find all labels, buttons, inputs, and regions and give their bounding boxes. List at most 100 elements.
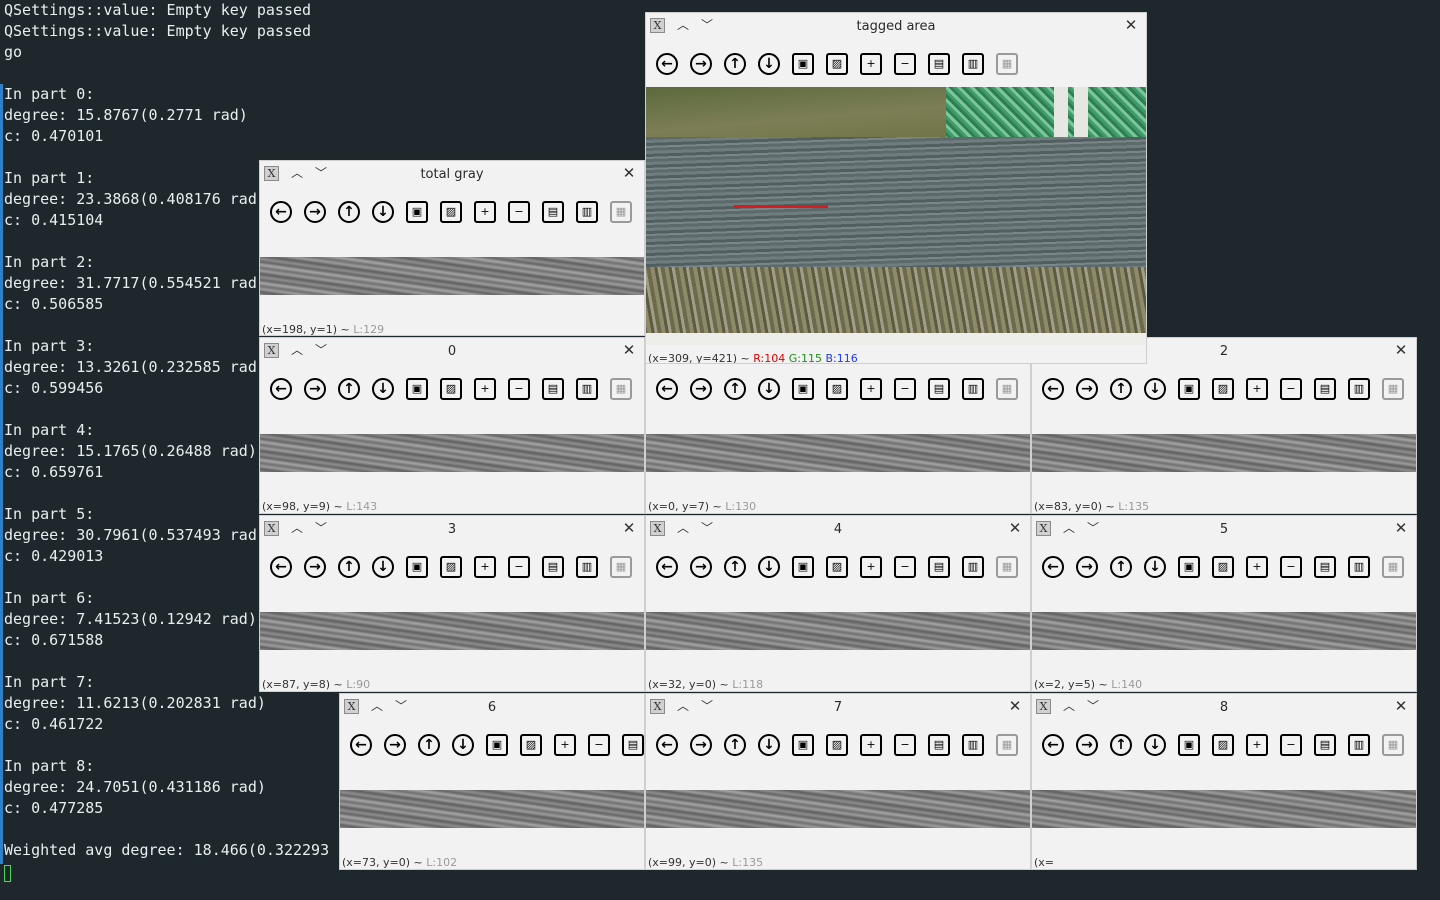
zoom-in-button[interactable]: + <box>1246 556 1268 578</box>
arrow-up-button[interactable]: ↑ <box>724 734 746 756</box>
save-button[interactable]: ▤ <box>542 378 564 400</box>
image-edit-button[interactable]: ▨ <box>826 556 848 578</box>
close-icon[interactable]: ✕ <box>620 340 638 360</box>
river-photo[interactable] <box>646 87 1146 345</box>
save-button[interactable]: ▤ <box>542 201 564 223</box>
zoom-out-button[interactable]: − <box>894 53 916 75</box>
arrow-up-button[interactable]: ↑ <box>724 378 746 400</box>
window-titlebar[interactable]: X ︿ ﹀ tagged area ✕ <box>646 13 1146 39</box>
save-button[interactable]: ▤ <box>622 734 644 756</box>
image-view[interactable] <box>646 612 1030 650</box>
close-icon[interactable]: ✕ <box>620 518 638 538</box>
arrow-down-button[interactable]: ↓ <box>758 53 780 75</box>
arrow-up-button[interactable]: ↑ <box>338 201 360 223</box>
arrow-up-button[interactable]: ↑ <box>338 556 360 578</box>
save-button[interactable]: ▤ <box>928 734 950 756</box>
clipboard-button[interactable]: ▥ <box>1348 378 1370 400</box>
arrow-right-button[interactable]: → <box>1076 734 1098 756</box>
image-edit-button[interactable]: ▨ <box>1212 556 1234 578</box>
image-window-0[interactable]: X ︿ ﹀ 0 ✕ ← → ↑ ↓ ▣ ▨ + − ▤ ▥ ▦ (x=98, y=9) ~ L:14… <box>259 337 645 514</box>
image-button[interactable]: ▣ <box>406 556 428 578</box>
arrow-right-button[interactable]: → <box>304 556 326 578</box>
image-button[interactable]: ▣ <box>1178 556 1200 578</box>
window-titlebar[interactable]: X ︿ ﹀ total gray ✕ <box>260 161 644 187</box>
image-window-7[interactable]: X ︿ ﹀ 7 ✕ ← → ↑ ↓ ▣ ▨ + − ▤ ▥ ▦ (x=99, y=0) ~ L:13… <box>645 693 1031 870</box>
arrow-up-button[interactable]: ↑ <box>1110 556 1132 578</box>
zoom-out-button[interactable]: − <box>508 556 530 578</box>
close-icon[interactable]: ✕ <box>1006 696 1024 716</box>
arrow-left-button[interactable]: ← <box>656 556 678 578</box>
arrow-right-button[interactable]: → <box>384 734 406 756</box>
window-titlebar[interactable]: X ︿ ﹀ 7 ✕ <box>646 694 1030 720</box>
properties-button[interactable]: ▦ <box>1382 734 1404 756</box>
image-button[interactable]: ▣ <box>1178 378 1200 400</box>
arrow-down-button[interactable]: ↓ <box>372 378 394 400</box>
zoom-in-button[interactable]: + <box>860 734 882 756</box>
zoom-in-button[interactable]: + <box>474 556 496 578</box>
arrow-right-button[interactable]: → <box>304 378 326 400</box>
close-icon[interactable]: ✕ <box>1392 696 1410 716</box>
window-titlebar[interactable]: X ︿ ﹀ 5 ✕ <box>1032 516 1416 542</box>
arrow-down-button[interactable]: ↓ <box>1144 734 1166 756</box>
image-edit-button[interactable]: ▨ <box>520 734 542 756</box>
image-edit-button[interactable]: ▨ <box>826 378 848 400</box>
window-titlebar[interactable]: X ︿ ﹀ 0 ✕ <box>260 338 644 364</box>
arrow-left-button[interactable]: ← <box>656 734 678 756</box>
save-button[interactable]: ▤ <box>928 53 950 75</box>
properties-button[interactable]: ▦ <box>610 378 632 400</box>
image-button[interactable]: ▣ <box>406 378 428 400</box>
image-view[interactable] <box>260 257 644 295</box>
clipboard-button[interactable]: ▥ <box>576 201 598 223</box>
properties-button[interactable]: ▦ <box>610 201 632 223</box>
image-window-5[interactable]: X ︿ ﹀ 5 ✕ ← → ↑ ↓ ▣ ▨ + − ▤ ▥ ▦ (x=2, y=5) ~ L:140 <box>1031 515 1417 692</box>
image-view[interactable] <box>260 434 644 472</box>
properties-button[interactable]: ▦ <box>996 734 1018 756</box>
image-window-tagged-area[interactable]: X ︿ ﹀ tagged area ✕ ← → ↑ ↓ ▣ ▨ + − ▤ ▥ ▦ (x=309, … <box>645 12 1147 364</box>
image-button[interactable]: ▣ <box>792 378 814 400</box>
image-view[interactable] <box>340 790 644 828</box>
clipboard-button[interactable]: ▥ <box>962 53 984 75</box>
zoom-out-button[interactable]: − <box>1280 556 1302 578</box>
clipboard-button[interactable]: ▥ <box>962 734 984 756</box>
image-edit-button[interactable]: ▨ <box>826 734 848 756</box>
image-button[interactable]: ▣ <box>486 734 508 756</box>
arrow-up-button[interactable]: ↑ <box>1110 734 1132 756</box>
properties-button[interactable]: ▦ <box>996 378 1018 400</box>
image-view[interactable] <box>1032 434 1416 472</box>
zoom-out-button[interactable]: − <box>1280 378 1302 400</box>
image-window-total-gray[interactable]: X ︿ ﹀ total gray ✕ ← → ↑ ↓ ▣ ▨ + − ▤ ▥ ▦ (x=198, y… <box>259 160 645 336</box>
arrow-down-button[interactable]: ↓ <box>1144 378 1166 400</box>
image-view[interactable] <box>260 612 644 650</box>
close-icon[interactable]: ✕ <box>1392 518 1410 538</box>
image-edit-button[interactable]: ▨ <box>1212 734 1234 756</box>
zoom-out-button[interactable]: − <box>508 378 530 400</box>
image-edit-button[interactable]: ▨ <box>1212 378 1234 400</box>
image-edit-button[interactable]: ▨ <box>440 556 462 578</box>
arrow-up-button[interactable]: ↑ <box>338 378 360 400</box>
image-view[interactable] <box>1032 790 1416 828</box>
zoom-in-button[interactable]: + <box>860 556 882 578</box>
arrow-down-button[interactable]: ↓ <box>758 378 780 400</box>
image-button[interactable]: ▣ <box>792 53 814 75</box>
close-icon[interactable]: ✕ <box>620 163 638 183</box>
image-button[interactable]: ▣ <box>792 556 814 578</box>
arrow-right-button[interactable]: → <box>690 53 712 75</box>
image-edit-button[interactable]: ▨ <box>440 378 462 400</box>
save-button[interactable]: ▤ <box>1314 378 1336 400</box>
clipboard-button[interactable]: ▥ <box>962 378 984 400</box>
window-titlebar[interactable]: X ︿ ﹀ 8 ✕ <box>1032 694 1416 720</box>
arrow-down-button[interactable]: ↓ <box>758 734 780 756</box>
image-view[interactable] <box>646 790 1030 828</box>
arrow-left-button[interactable]: ← <box>270 378 292 400</box>
window-titlebar[interactable]: X ︿ ﹀ 6 ✕ <box>340 694 644 720</box>
arrow-down-button[interactable]: ↓ <box>372 556 394 578</box>
zoom-in-button[interactable]: + <box>554 734 576 756</box>
zoom-in-button[interactable]: + <box>860 378 882 400</box>
save-button[interactable]: ▤ <box>1314 734 1336 756</box>
zoom-out-button[interactable]: − <box>588 734 610 756</box>
image-button[interactable]: ▣ <box>406 201 428 223</box>
zoom-out-button[interactable]: − <box>894 734 916 756</box>
properties-button[interactable]: ▦ <box>610 556 632 578</box>
arrow-left-button[interactable]: ← <box>656 53 678 75</box>
arrow-left-button[interactable]: ← <box>656 378 678 400</box>
